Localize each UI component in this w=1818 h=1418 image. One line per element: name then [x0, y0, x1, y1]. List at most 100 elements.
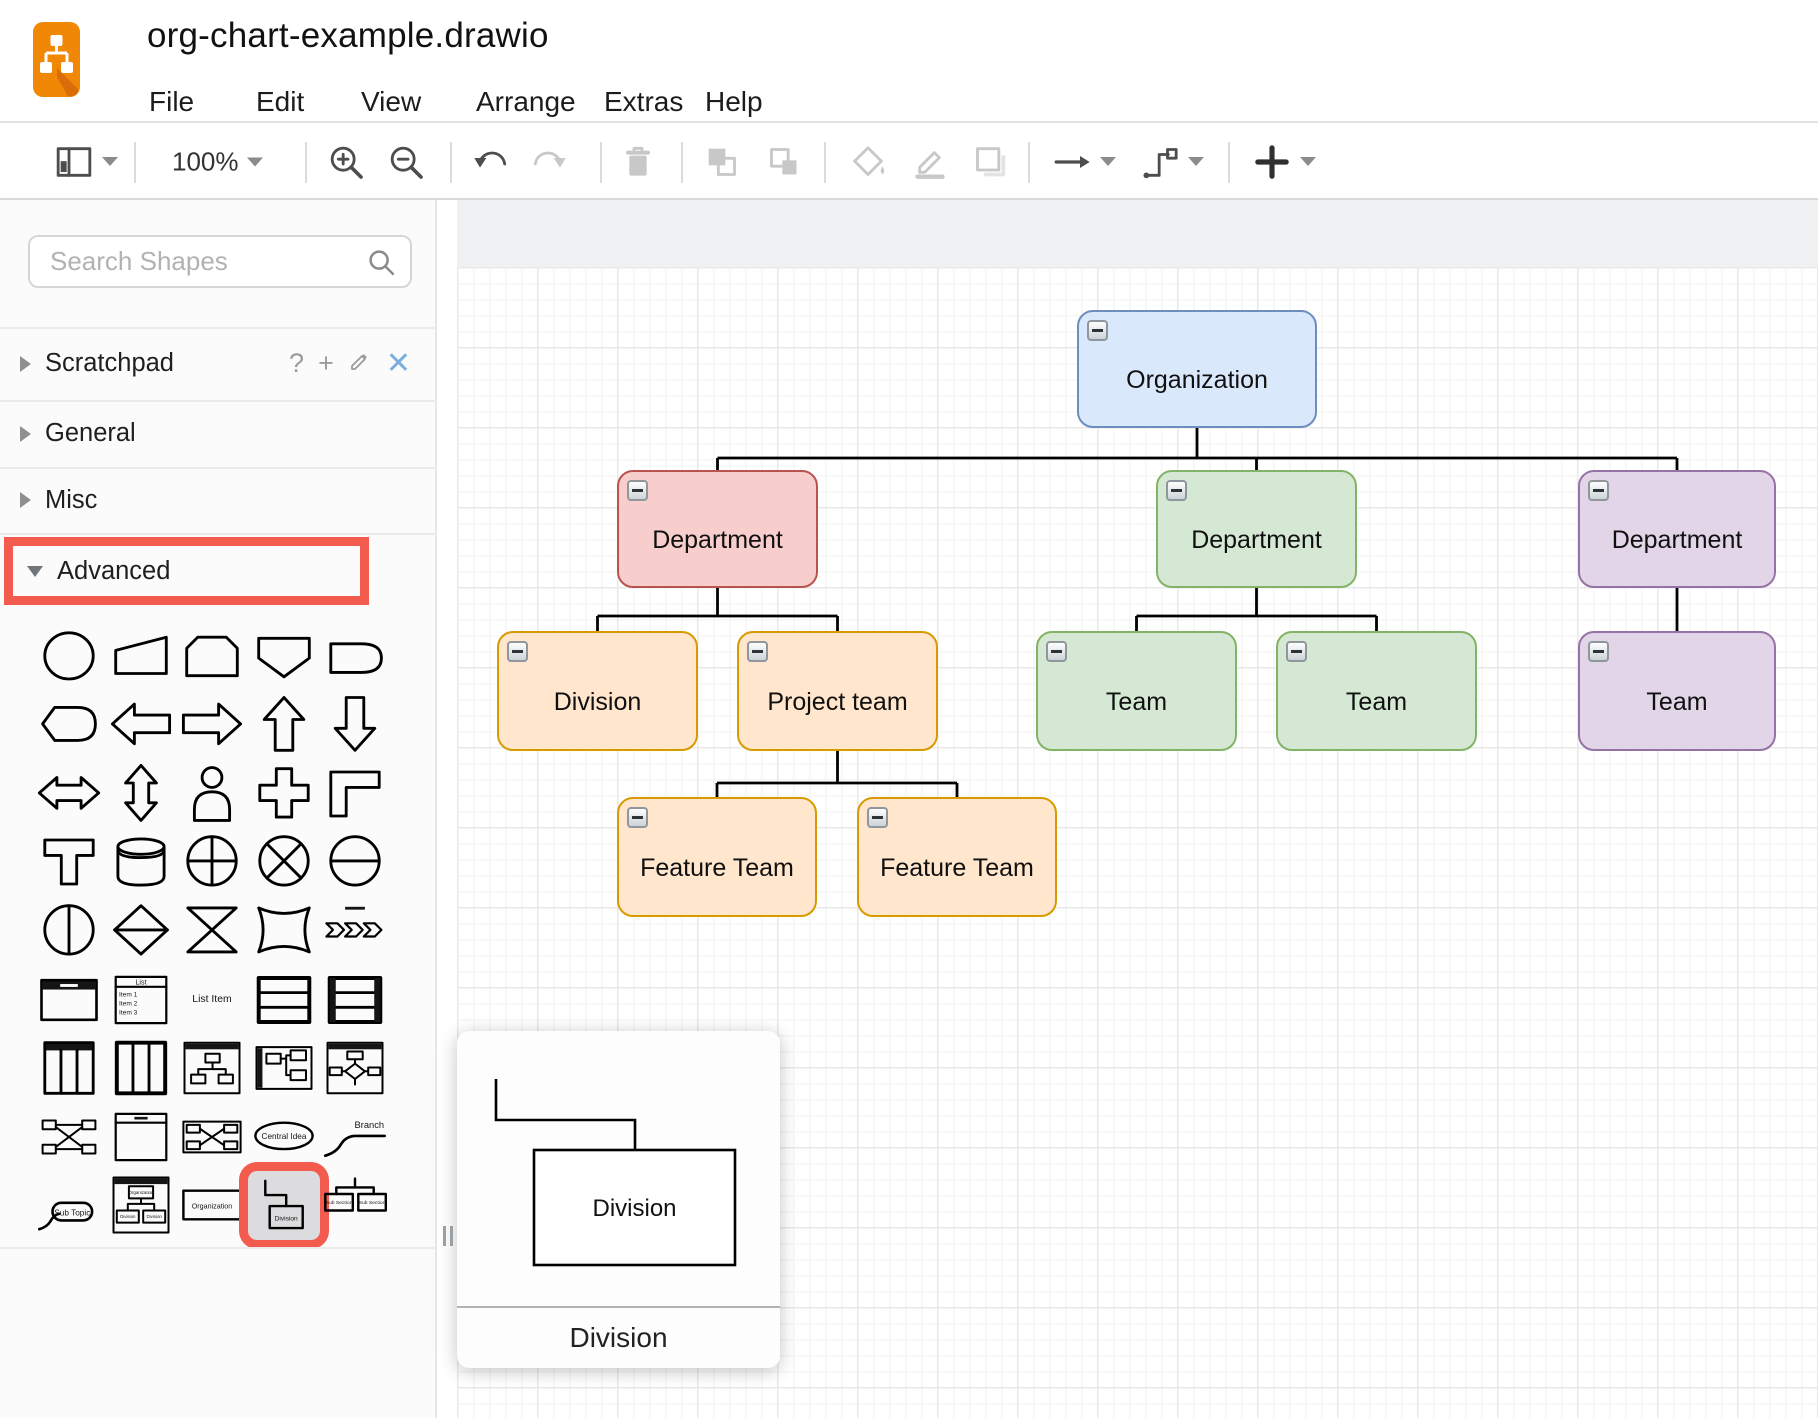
sidebar-section-scratchpad[interactable]: Scratchpad?+✕	[0, 327, 437, 400]
shape-pentagon[interactable]	[248, 622, 320, 691]
menu-file[interactable]: File	[149, 86, 194, 118]
shape-tree-container[interactable]	[176, 1034, 248, 1103]
shape-hourglass[interactable]	[176, 896, 248, 965]
collapse-button[interactable]	[1588, 480, 1609, 501]
shape-circle-quartered[interactable]	[176, 828, 248, 897]
collapse-button[interactable]	[1046, 641, 1067, 662]
shape-corner[interactable]	[319, 759, 391, 828]
node-organization[interactable]: Organization	[1077, 310, 1317, 428]
line-color-button[interactable]	[910, 142, 950, 182]
collapse-button[interactable]	[627, 807, 648, 828]
node-department-1[interactable]: Department	[617, 470, 818, 588]
shape-sub-section[interactable]: Sub SectionSub Section	[319, 1171, 391, 1240]
shape-cylinder[interactable]	[105, 828, 177, 897]
menu-view[interactable]: View	[361, 86, 421, 118]
node-team-3[interactable]: Team	[1578, 631, 1776, 751]
shape-crossover-flow[interactable]	[176, 1102, 248, 1171]
menu-arrange[interactable]: Arrange	[476, 86, 576, 118]
shape-table-rows[interactable]	[248, 965, 320, 1034]
shape-flow-container[interactable]	[248, 1034, 320, 1103]
connection-button[interactable]	[1052, 142, 1116, 182]
shape-process-steps[interactable]	[319, 896, 391, 965]
section-label: Misc	[45, 486, 97, 515]
shape-rounded-hexagon[interactable]	[33, 691, 105, 760]
shape-branch[interactable]: Branch	[319, 1102, 391, 1171]
shape-card[interactable]	[176, 622, 248, 691]
shape-container[interactable]	[33, 965, 105, 1034]
zoom-level-button[interactable]: 100%	[172, 146, 263, 177]
collapse-button[interactable]	[1087, 320, 1108, 341]
waypoints-button[interactable]	[1140, 142, 1204, 182]
shape-concave-square[interactable]	[248, 896, 320, 965]
insert-button[interactable]	[1252, 142, 1316, 182]
shape-circle-crossed[interactable]	[248, 828, 320, 897]
view-format-button[interactable]	[54, 142, 118, 182]
shape-arrow-down[interactable]	[319, 691, 391, 760]
shape-circle-vertical[interactable]	[33, 896, 105, 965]
shape-trapezoid[interactable]	[105, 622, 177, 691]
shape-arrow-left[interactable]	[105, 691, 177, 760]
redo-button[interactable]	[530, 142, 570, 182]
search-icon[interactable]	[366, 247, 396, 277]
shape-tee[interactable]	[33, 828, 105, 897]
to-front-button[interactable]	[702, 142, 742, 182]
node-team-1[interactable]: Team	[1036, 631, 1237, 751]
shape-terminator[interactable]	[319, 622, 391, 691]
undo-button[interactable]	[470, 142, 510, 182]
collapse-button[interactable]	[1166, 480, 1187, 501]
shape-arrows-flow[interactable]	[33, 1102, 105, 1171]
shape-organization-box[interactable]: Organization	[176, 1171, 248, 1240]
help-icon[interactable]: ?	[289, 350, 304, 377]
collapse-button[interactable]	[747, 641, 768, 662]
shadow-button[interactable]	[970, 142, 1010, 182]
shape-table-rows-striped[interactable]	[319, 965, 391, 1034]
shape-ellipse[interactable]	[33, 622, 105, 691]
zoom-out-button[interactable]	[386, 142, 426, 182]
sidebar-resize-handle[interactable]	[440, 1226, 456, 1248]
shape-list-item[interactable]: List Item	[176, 965, 248, 1034]
shape-titled-container[interactable]	[105, 1102, 177, 1171]
node-department-2[interactable]: Department	[1156, 470, 1357, 588]
shape-cross[interactable]	[248, 759, 320, 828]
menu-extras[interactable]: Extras	[604, 86, 683, 118]
shape-arrow-right[interactable]	[176, 691, 248, 760]
menu-help[interactable]: Help	[705, 86, 763, 118]
collapse-button[interactable]	[867, 807, 888, 828]
sidebar-section-misc[interactable]: Misc	[0, 467, 437, 533]
shape-arrow-up[interactable]	[248, 691, 320, 760]
menu-edit[interactable]: Edit	[256, 86, 304, 118]
search-input[interactable]	[30, 246, 366, 277]
node-feature-team-1[interactable]: Feature Team	[617, 797, 817, 917]
node-project-team[interactable]: Project team	[737, 631, 938, 751]
shape-sub-topic[interactable]: Sub Topic	[33, 1171, 105, 1240]
shape-list[interactable]: ListItem 1Item 2Item 3	[105, 965, 177, 1034]
shape-circle-half[interactable]	[319, 828, 391, 897]
to-back-button[interactable]	[764, 142, 804, 182]
collapse-button[interactable]	[1286, 641, 1307, 662]
shape-arrow-left-right[interactable]	[33, 759, 105, 828]
node-department-3[interactable]: Department	[1578, 470, 1776, 588]
shape-pool-vertical-2[interactable]	[105, 1034, 177, 1103]
collapse-button[interactable]	[507, 641, 528, 662]
plus-icon[interactable]: +	[318, 350, 334, 377]
shape-flow-diamond-container[interactable]	[319, 1034, 391, 1103]
delete-button[interactable]	[618, 142, 658, 182]
sidebar-section-general[interactable]: General	[0, 400, 437, 467]
shape-central-idea[interactable]: Central Idea	[248, 1102, 320, 1171]
shape-arrow-up-down[interactable]	[105, 759, 177, 828]
shape-actor[interactable]	[176, 759, 248, 828]
node-division[interactable]: Division	[497, 631, 698, 751]
shape-diamond-divided[interactable]	[105, 896, 177, 965]
zoom-in-button[interactable]	[326, 142, 366, 182]
collapse-button[interactable]	[1588, 641, 1609, 662]
shape-division-tree[interactable]: Division	[248, 1171, 320, 1240]
fill-color-button[interactable]	[848, 142, 888, 182]
close-icon[interactable]: ✕	[386, 349, 411, 379]
node-feature-team-2[interactable]: Feature Team	[857, 797, 1057, 917]
collapse-button[interactable]	[627, 480, 648, 501]
shape-pool-vertical[interactable]	[33, 1034, 105, 1103]
sidebar-section-advanced[interactable]: Advanced	[4, 537, 369, 605]
node-team-2[interactable]: Team	[1276, 631, 1477, 751]
shape-org-chart[interactable]: OrganizationDivisionDivision	[105, 1171, 177, 1240]
pencil-icon[interactable]	[348, 349, 372, 378]
